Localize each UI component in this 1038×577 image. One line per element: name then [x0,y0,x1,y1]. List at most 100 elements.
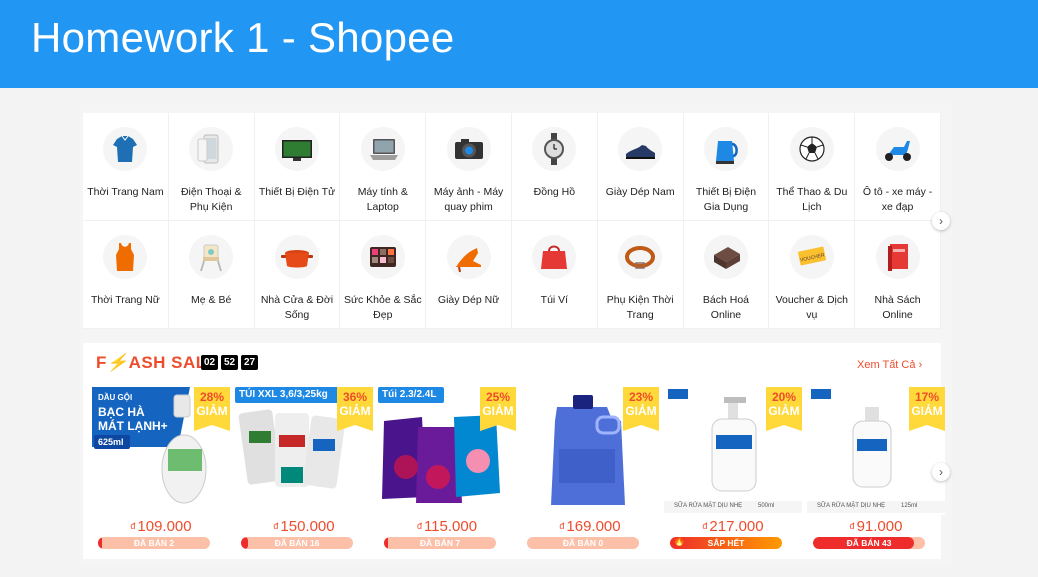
category-item[interactable]: Thể Thao & Du Lịch [769,113,856,221]
discount-label: GIẢM [625,404,657,418]
category-label: Giày Dép Nữ [437,294,500,306]
pot-icon [274,235,319,279]
category-label: Thời Trang Nữ [91,294,160,306]
discount-badge: 20% GIẢM [766,387,802,431]
category-item[interactable]: Sức Khỏe & Sắc Đẹp [340,221,427,329]
discount-badge: 23% GIẢM [623,387,659,431]
category-label: Đồng Hồ [533,186,576,198]
page-header: Homework 1 - Shopee [0,0,1038,88]
currency-symbol: đ [273,521,279,531]
product-price: đ 169.000 [519,518,661,535]
category-section: Thời Trang Nam Điện Thoại & Phụ Kiện Thiết… [83,113,941,329]
voucher-icon: VOUCHER [789,235,834,279]
category-item[interactable]: Giày Dép Nữ [426,221,512,329]
category-label: Phụ Kiện Thời Trang [606,294,674,321]
discount-percent: 28% [199,390,225,404]
category-item[interactable]: Ô tô - xe máy - xe đạp [855,113,941,221]
category-item[interactable]: Thời Trang Nam [83,113,169,221]
timer-minutes: 52 [221,355,238,370]
category-item[interactable]: Bách Hoá Online [683,221,770,329]
price-value: 91.000 [856,518,903,535]
category-next-button[interactable]: › [932,212,950,230]
promo-text: 625ml [98,437,124,447]
page-title: Homework 1 - Shopee [31,14,455,61]
discount-percent: 36% [342,390,368,404]
scooter-icon [875,127,920,171]
currency-symbol: đ [559,521,565,531]
sold-count: ĐÃ BÁN 43 [846,538,892,548]
promo-text: MÁT LẠNH+ [98,419,168,433]
bolt-icon: ⚡ [106,353,129,372]
handbag-icon [532,235,577,279]
discount-badge: 28% GIẢM [194,387,230,431]
category-label: Máy ảnh - Máy quay phim [433,186,504,213]
promo-text: TÚI XXL 3,6/3,25kg [239,389,328,400]
sold-count: ĐÃ BÁN 16 [274,538,320,548]
currency-symbol: đ [416,521,422,531]
category-item[interactable]: Đồng Hồ [511,113,598,221]
price-value: 169.000 [566,518,621,535]
category-label: Sức Khỏe & Sắc Đẹp [343,294,422,321]
sold-progress-bar: ĐÃ BÁN 43 [813,537,925,549]
category-item[interactable]: Máy ảnh - Máy quay phim [426,113,512,221]
discount-badge: 36% GIẢM [337,387,373,431]
category-item[interactable]: Giày Dép Nam [597,113,684,221]
currency-symbol: đ [702,521,708,531]
category-label: Thể Thao & Du Lịch [776,186,848,213]
promo-text: DẦU GỘI [98,393,133,402]
promo-text: 125ml [901,503,918,509]
tv-icon [274,127,319,171]
category-label: Túi Ví [540,294,569,306]
product-price: đ 217.000 [662,518,804,535]
category-label: Thiết Bị Điện Tử [258,186,336,198]
product-price: đ 91.000 [805,518,947,535]
category-item[interactable]: Thời Trang Nữ [83,221,169,329]
mens-shoe-icon [618,127,663,171]
category-label: Nhà Sách Online [874,294,921,321]
heel-icon [446,235,491,279]
category-item[interactable]: Mẹ & Bé [168,221,255,329]
flash-sale-next-button[interactable]: › [932,463,950,481]
flash-sale-item[interactable]: SỮA RỬA MẶT DỊU NHẸ 500ml 20% GIẢM đ 217.000 🔥… [662,387,804,550]
category-item[interactable]: Thiết Bị Điện Tử [254,113,341,221]
countdown-timer: 02 52 27 [201,355,258,370]
chocolate-icon [703,235,748,279]
flash-sale-item[interactable]: Túi 2.3/2.4L 25% GIẢM đ 115.000 ĐÃ BÁN 7 [376,387,518,550]
discount-label: GIẢM [196,404,228,418]
category-label: Nhà Cửa & Đời Sống [260,294,334,321]
discount-label: GIẢM [768,404,800,418]
sold-count: ĐÃ BÁN 2 [133,538,175,548]
discount-label: GIẢM [911,404,943,418]
timer-seconds: 27 [241,355,258,370]
soccer-ball-icon [789,127,834,171]
flash-sale-item[interactable]: 23% GIẢM đ 169.000 ĐÃ BÁN 0 [519,387,661,550]
category-item[interactable]: Thiết Bị Điện Gia Dụng [683,113,770,221]
product-price: đ 115.000 [376,518,518,535]
palette-icon [360,235,405,279]
flash-sale-item[interactable]: SỮA RỬA MẶT DỊU NHẸ 125ml 17% GIẢM đ 91.000 ĐÃ… [805,387,947,550]
category-item[interactable]: Nhà Cửa & Đời Sống [254,221,341,329]
category-item[interactable]: Nhà Sách Online [855,221,941,329]
camera-icon [446,127,491,171]
discount-badge: 25% GIẢM [480,387,516,431]
category-item[interactable]: Túi Ví [511,221,598,329]
shirt-icon [103,127,148,171]
chevron-right-icon: › [918,359,923,371]
see-all-link[interactable]: Xem Tất Cả › [857,359,922,371]
tank-top-icon [103,235,148,279]
category-item[interactable]: Điện Thoại & Phụ Kiện [168,113,255,221]
flash-sale-item[interactable]: DẦU GỘI BẠC HÀ MÁT LẠNH+ 625ml 28% GIẢM đ 109.0… [90,387,232,550]
belt-icon [618,235,663,279]
discount-label: GIẢM [482,404,514,418]
category-label: Voucher & Dịch vụ [775,294,848,321]
flash-sale-item[interactable]: TÚI XXL 3,6/3,25kg 36% GIẢM đ 150.000 ĐÃ BÁN … [233,387,375,550]
promo-text: BẠC HÀ [98,405,145,419]
sold-progress-bar: ĐÃ BÁN 2 [98,537,210,549]
category-item[interactable]: VOUCHER Voucher & Dịch vụ [769,221,856,329]
category-item[interactable]: Phụ Kiện Thời Trang [597,221,684,329]
category-label: Giày Dép Nam [605,186,675,198]
sold-progress-bar: ĐÃ BÁN 0 [527,537,639,549]
category-item[interactable]: Máy tính & Laptop [340,113,427,221]
discount-percent: 17% [914,390,940,404]
promo-text: SỮA RỬA MẶT DỊU NHẸ [817,503,886,509]
